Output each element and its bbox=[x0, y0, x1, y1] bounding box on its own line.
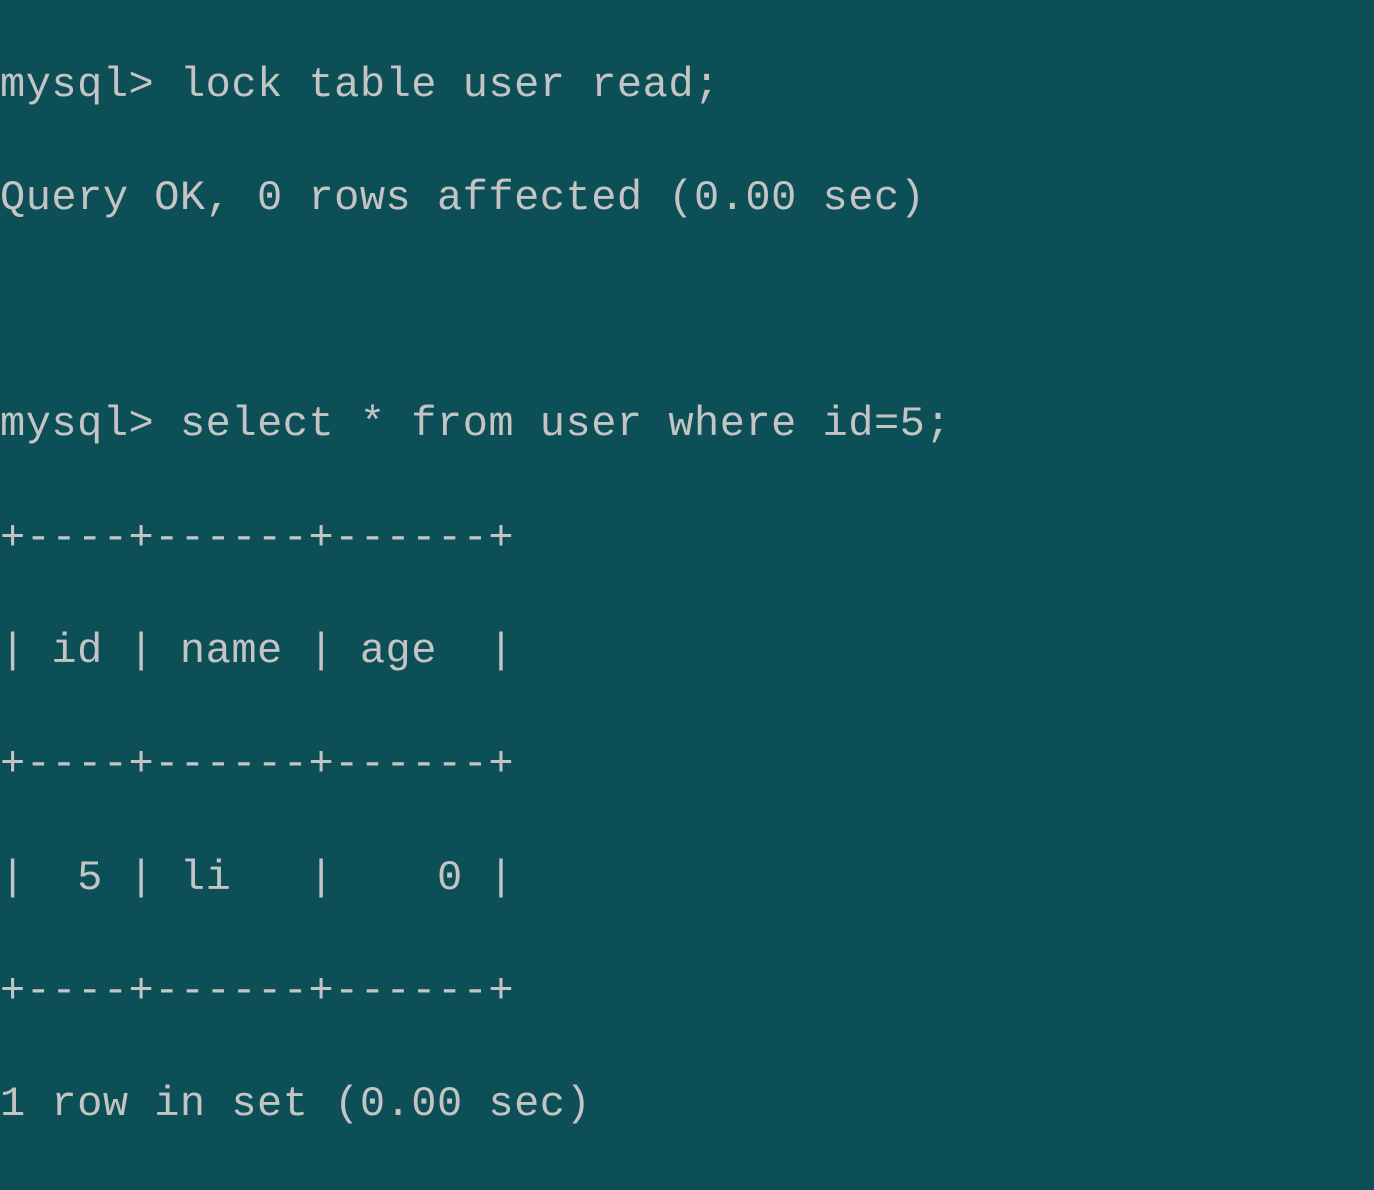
table-border-bot: +----+------+------+ bbox=[0, 963, 1374, 1020]
terminal-output[interactable]: mysql> lock table user read; Query OK, 0… bbox=[0, 0, 1374, 1190]
command-text: select * from user where id=5; bbox=[180, 400, 951, 448]
prompt: mysql> bbox=[0, 61, 154, 109]
query-response-2: 1 row in set (0.00 sec) bbox=[0, 1076, 1374, 1133]
query-response-1: Query OK, 0 rows affected (0.00 sec) bbox=[0, 170, 1374, 227]
command-line-2: mysql> select * from user where id=5; bbox=[0, 396, 1374, 453]
blank-line bbox=[0, 283, 1374, 339]
table-border-mid: +----+------+------+ bbox=[0, 736, 1374, 793]
table-border-top: +----+------+------+ bbox=[0, 510, 1374, 567]
command-line-1: mysql> lock table user read; bbox=[0, 57, 1374, 114]
table-header: | id | name | age | bbox=[0, 623, 1374, 680]
prompt: mysql> bbox=[0, 400, 154, 448]
command-text: lock table user read; bbox=[180, 61, 720, 109]
table-row: | 5 | li | 0 | bbox=[0, 850, 1374, 907]
